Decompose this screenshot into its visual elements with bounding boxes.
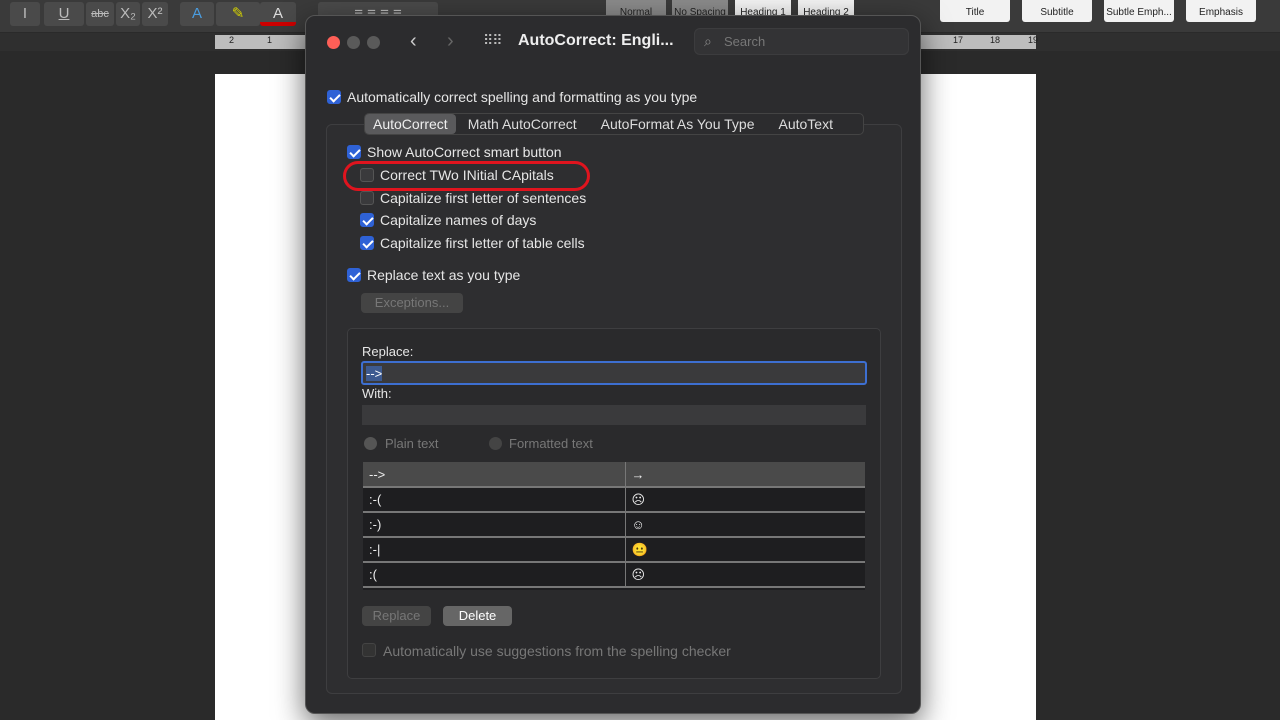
capitalize-sentences-checkbox[interactable]: [360, 191, 374, 205]
ruler-tick: 2: [229, 35, 235, 45]
tab-math-autocorrect[interactable]: Math AutoCorrect: [456, 114, 589, 134]
strikethrough-button[interactable]: abc: [86, 2, 114, 26]
capitalize-days-checkbox[interactable]: [360, 213, 374, 227]
formatted-text-label: Formatted text: [509, 436, 593, 451]
show-smart-button-label: Show AutoCorrect smart button: [367, 144, 562, 160]
back-chevron-icon[interactable]: ‹: [410, 30, 417, 53]
spelling-suggestions-label: Automatically use suggestions from the s…: [383, 643, 731, 659]
capitalize-days-label: Capitalize names of days: [380, 212, 537, 228]
entry-replace: :-(: [363, 487, 626, 513]
style-emphasis[interactable]: Emphasis: [1186, 0, 1256, 22]
tab-bar: AutoCorrect Math AutoCorrect AutoFormat …: [364, 113, 864, 135]
entry-replace: :-): [363, 512, 626, 538]
formatted-text-radio[interactable]: [489, 437, 502, 450]
entry-replace: :-|: [363, 537, 626, 563]
ruler-tick: 19: [1028, 35, 1039, 45]
search-icon: ⌕: [704, 33, 712, 49]
entry-row[interactable]: :-| 😐: [363, 537, 865, 563]
dialog-title: AutoCorrect: Engli...: [518, 32, 674, 49]
replace-label: Replace:: [362, 344, 414, 359]
text-effects-button[interactable]: A: [180, 2, 214, 26]
auto-correct-master-label: Automatically correct spelling and forma…: [347, 89, 698, 105]
entry-row[interactable]: :-) ☺: [363, 512, 865, 538]
italic-button[interactable]: I: [10, 2, 40, 26]
subscript-button[interactable]: X₂: [116, 2, 140, 26]
style-subtle-emphasis[interactable]: Subtle Emph...: [1104, 0, 1174, 22]
search-input[interactable]: ⌕ Search: [694, 28, 909, 55]
superscript-button[interactable]: X²: [142, 2, 168, 26]
entry-with: ☹: [625, 562, 865, 588]
entry-row[interactable]: --> →: [363, 462, 865, 488]
tab-autoformat-as-you-type[interactable]: AutoFormat As You Type: [589, 114, 767, 134]
tab-autotext[interactable]: AutoText: [766, 114, 844, 134]
entry-with: →: [625, 462, 865, 488]
plain-text-label: Plain text: [385, 436, 439, 451]
font-color-button[interactable]: A: [260, 2, 296, 26]
with-input[interactable]: [362, 405, 866, 425]
highlight-annotation-circle: [343, 161, 590, 191]
highlight-color-button[interactable]: ✎: [216, 2, 260, 26]
style-title[interactable]: Title: [940, 0, 1010, 22]
entry-row[interactable]: :(☹: [363, 562, 865, 588]
spelling-suggestions-checkbox[interactable]: [362, 643, 376, 657]
search-placeholder: Search: [724, 34, 766, 49]
close-button[interactable]: [327, 36, 340, 49]
replace-text-checkbox[interactable]: [347, 268, 361, 282]
with-label: With:: [362, 386, 392, 401]
replace-button[interactable]: Replace: [362, 606, 431, 626]
capitalize-sentences-label: Capitalize first letter of sentences: [380, 190, 587, 206]
replace-text-label: Replace text as you type: [367, 267, 521, 283]
auto-correct-master-checkbox[interactable]: [327, 90, 341, 104]
autocorrect-entries-list[interactable]: --> →:-(☹:-) ☺:-| 😐:(☹: [363, 462, 865, 590]
minimize-button[interactable]: [347, 36, 360, 49]
tab-autocorrect[interactable]: AutoCorrect: [365, 114, 456, 134]
autocorrect-dialog: ‹ › ⠿⠿ AutoCorrect: Engli... ⌕ Search Au…: [305, 15, 921, 714]
underline-button[interactable]: U: [44, 2, 84, 26]
style-subtitle[interactable]: Subtitle: [1022, 0, 1092, 22]
entry-replace: :(: [363, 562, 626, 588]
entry-replace: -->: [363, 462, 626, 488]
entry-with: 😐: [625, 537, 865, 563]
plain-text-radio[interactable]: [364, 437, 377, 450]
entry-with: ☹: [625, 487, 865, 513]
ruler-tick: 18: [990, 35, 1001, 45]
ruler-tick: 1: [267, 35, 273, 45]
capitalize-table-cells-checkbox[interactable]: [360, 236, 374, 250]
exceptions-button[interactable]: Exceptions...: [361, 293, 463, 313]
ruler-tick: 17: [953, 35, 964, 45]
capitalize-table-cells-label: Capitalize first letter of table cells: [380, 235, 585, 251]
show-all-grid-icon[interactable]: ⠿⠿: [483, 32, 502, 49]
delete-button[interactable]: Delete: [443, 606, 512, 626]
replace-input[interactable]: -->: [361, 361, 867, 385]
show-smart-button-checkbox[interactable]: [347, 145, 361, 159]
entry-row[interactable]: :-(☹: [363, 487, 865, 513]
forward-chevron-icon[interactable]: ›: [447, 30, 454, 53]
replace-input-value: -->: [366, 366, 383, 381]
zoom-button[interactable]: [367, 36, 380, 49]
entry-with: ☺: [625, 512, 865, 538]
